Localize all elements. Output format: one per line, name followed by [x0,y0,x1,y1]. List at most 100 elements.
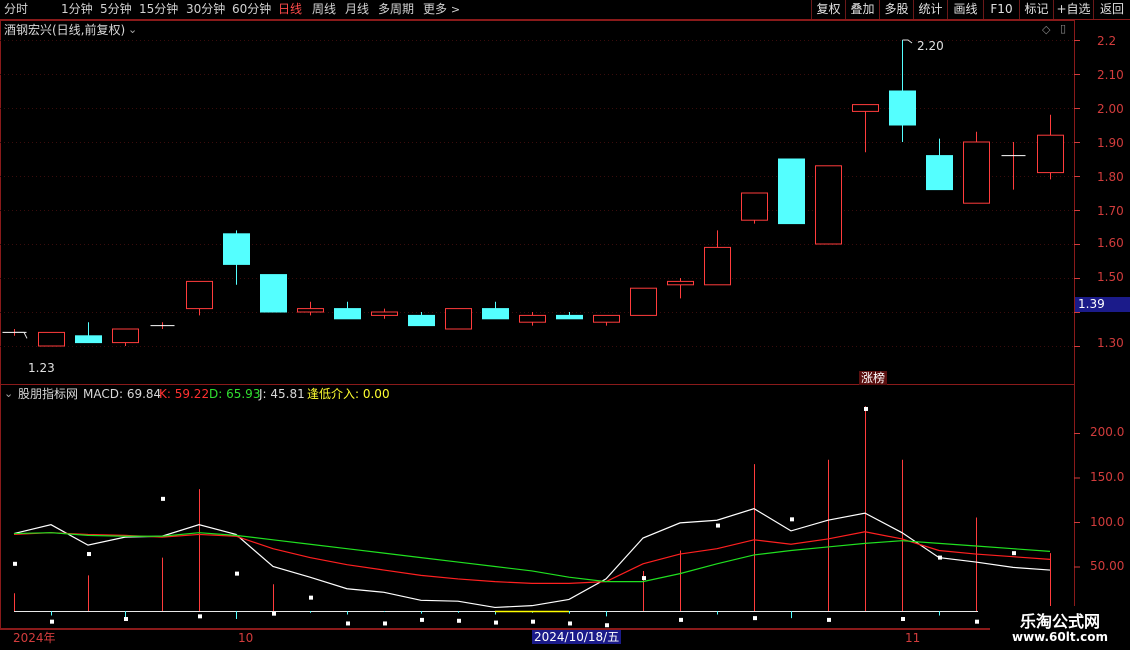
candle-body [741,192,768,221]
signal-mark [161,496,165,501]
candle-body [186,280,213,310]
low-marker [14,331,28,339]
signal-marks [13,406,1053,628]
candle-body [482,308,509,320]
candle-body [408,314,435,327]
candle-body [667,280,694,286]
indicator-tick-label: 150.0 [1090,470,1125,484]
signal-mark [642,576,646,581]
diamond-icon[interactable]: ◇ [1042,23,1050,37]
kdj-line-d [13,531,1051,585]
indicator-tick-label: 200.0 [1090,425,1125,439]
signal-mark [420,617,424,622]
kdj-lines [13,507,1051,613]
indicator-tick-label: 100.0 [1090,515,1125,529]
candle-body [593,314,620,323]
signal-mark [1012,551,1016,556]
candle-body [445,308,472,330]
signal-mark [50,619,54,624]
candle-body [1037,134,1064,174]
price-tick-label: 2.2 [1097,34,1117,48]
watermark-title: 乐淘公式网 [1019,612,1100,631]
k-value-label: K: 59.22 [159,387,210,401]
candle-body [778,158,805,225]
candle-body [371,311,398,316]
candle-body [556,314,583,320]
signal-mark [716,523,720,528]
price-tick-label: 1.50 [1097,270,1124,284]
candle-body [963,141,990,204]
signal-mark [790,517,794,522]
candle-body [260,274,287,313]
signal-mark [827,617,831,622]
signal-mark [864,406,868,411]
candlestick-series [2,39,1064,347]
signal-mark [272,611,276,616]
kdj-line-k [13,507,1051,609]
signal-value-label: 逢低介入: 0.00 [307,387,390,401]
candle-body [297,308,324,313]
x-axis-label-october: 10 [238,631,254,645]
price-tick-label: 2.00 [1097,102,1124,116]
high-marker [902,39,913,44]
signal-mark [901,617,905,622]
signal-mark [938,555,942,560]
signal-mark [605,623,609,628]
candle-body [38,331,65,347]
signal-mark [568,621,572,626]
candle-body [926,155,953,191]
chevron-down-circle-icon[interactable]: ⌄ [128,23,137,37]
limit-up-badge[interactable]: 涨榜 [859,371,888,385]
price-tick-label: 1.60 [1097,236,1124,250]
watermark: 乐淘公式网 www.60lt.com [990,606,1130,650]
signal-mark [13,561,17,566]
candle-body [223,233,250,265]
scroll-toggle-icon[interactable]: ▯ [1060,22,1066,36]
chart-canvas[interactable] [0,0,1130,650]
j-value-label: J: 45.81 [259,387,305,401]
candle-body [75,335,102,344]
candle-body [112,328,139,344]
watermark-url: www.60lt.com [1011,630,1109,644]
x-axis-label-year: 2024年 [13,631,56,645]
signal-mark [87,552,91,557]
signal-mark [494,620,498,625]
signal-mark [753,616,757,621]
price-tick-label: 1.90 [1097,136,1124,150]
d-value-label: D: 65.93 [209,387,261,401]
main-chart-title: 酒钢宏兴(日线,前复权) [4,23,126,37]
macd-bars [14,406,1051,620]
indicator-tick-label: 50.00 [1090,559,1125,573]
price-tick-label: 2.10 [1097,68,1124,82]
chevron-down-circle-icon[interactable]: ⌄ [4,387,13,401]
price-tick-label: 1.80 [1097,170,1124,184]
low-price-label: 1.23 [28,361,55,375]
x-axis-crosshair-date: 2024/10/18/五 [532,630,622,644]
macd-value-label: MACD: 69.84 [83,387,162,401]
kdj-line-j [13,532,1051,583]
signal-mark [457,618,461,623]
price-tick-label: 1.30 [1097,336,1124,350]
signal-mark [198,614,202,619]
signal-mark [124,617,128,622]
price-tick-label: 1.70 [1097,204,1124,218]
signal-mark [531,619,535,624]
candle-body [630,287,657,316]
candle-body [889,90,916,126]
signal-mark [383,621,387,626]
candle-body [334,308,361,320]
x-axis-label-november: 11 [905,631,921,645]
signal-mark [309,595,313,600]
indicator-title: 股朋指标网 [18,387,79,401]
candle-body [704,246,731,286]
candle-body [852,104,879,112]
candle-body [815,165,842,245]
signal-mark [235,571,239,576]
candle-body [519,314,546,323]
signal-mark [679,617,683,622]
signal-mark [346,621,350,626]
signal-mark [975,619,979,624]
high-price-label: 2.20 [917,39,944,53]
main-panel-frame [0,20,1075,385]
indicator-panel-frame [0,384,1075,629]
